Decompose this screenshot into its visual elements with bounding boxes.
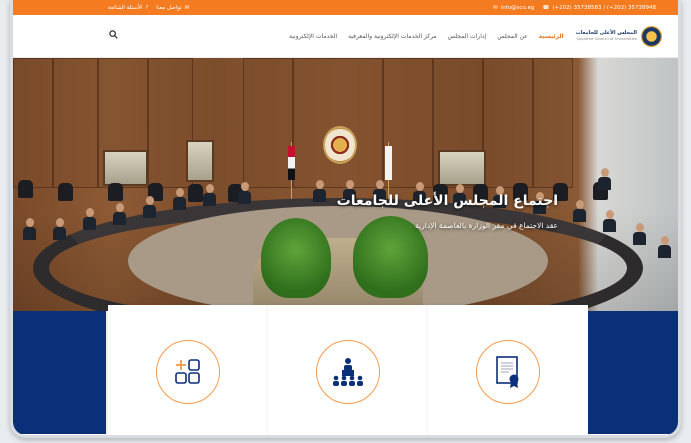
wall-door <box>186 140 214 182</box>
person <box>23 218 36 240</box>
nav-item-home[interactable]: الرئيسية <box>539 33 564 40</box>
wall-panel <box>293 58 383 188</box>
hero-subtitle: عقد الاجتماع في مقر الوزارة بالعاصمة الإ… <box>415 221 558 230</box>
site-logo[interactable]: المجلس الأعلى للجامعات Supreme Council o… <box>576 25 662 47</box>
services-cards <box>13 305 678 435</box>
meeting-speaker-icon <box>316 340 380 404</box>
certificate-icon <box>476 340 540 404</box>
mail-icon: ✉ <box>493 4 498 11</box>
person <box>83 208 96 230</box>
person <box>603 210 616 232</box>
chair <box>108 183 123 201</box>
apps-plus-icon <box>156 340 220 404</box>
person <box>203 184 216 206</box>
faq-link[interactable]: الأسئلة الشائعة ? <box>108 5 148 11</box>
logo-text: المجلس الأعلى للجامعات Supreme Council o… <box>576 30 637 42</box>
person <box>113 203 126 225</box>
egypt-flag-icon <box>288 146 295 180</box>
header-right: الرئيسية عن المجلس إدارات المجلس مركز ال… <box>289 25 662 47</box>
service-card-certificates[interactable] <box>428 305 588 435</box>
contact-link[interactable]: تواصل معنا ✉ <box>156 5 189 11</box>
email-text: info@scu.eg <box>500 4 535 11</box>
hero-caption: اجتماع المجلس الأعلى للجامعات عقد الاجتم… <box>337 193 558 230</box>
plant <box>261 218 331 298</box>
wall-panel <box>13 58 53 188</box>
chair <box>188 184 203 202</box>
chat-icon: ✉ <box>184 4 190 11</box>
person <box>173 188 186 210</box>
wall-panel <box>483 58 533 188</box>
nav-item-departments[interactable]: إدارات المجلس <box>448 33 487 40</box>
nav-item-about[interactable]: عن المجلس <box>497 33 528 40</box>
wall-panel <box>533 58 573 188</box>
person <box>633 223 646 245</box>
person <box>238 182 251 204</box>
egypt-emblem-icon <box>323 126 357 164</box>
contact-label: تواصل معنا <box>156 4 182 11</box>
faq-label: الأسئلة الشائعة <box>108 4 143 11</box>
nav-item-eservices[interactable]: الخدمات الإلكترونية <box>289 33 337 40</box>
site-header: الرئيسية عن المجلس إدارات المجلس مركز ال… <box>13 15 678 58</box>
person <box>313 180 326 202</box>
person <box>53 218 66 240</box>
search-icon[interactable] <box>109 30 118 42</box>
browser-frame: الأسئلة الشائعة ? تواصل معنا ✉ ✉ info@sc… <box>10 0 681 438</box>
white-flag-icon <box>385 146 392 180</box>
wall-panel <box>243 58 293 188</box>
top-bar-left: الأسئلة الشائعة ? تواصل معنا ✉ <box>108 5 189 11</box>
phone-link[interactable]: ☎ (+202) 35738583 / (+202) 35738948 <box>543 5 657 11</box>
service-card-meetings[interactable] <box>268 305 428 435</box>
service-card-apps[interactable] <box>108 305 268 435</box>
phone-icon: ☎ <box>542 4 550 11</box>
person <box>573 200 586 222</box>
nav-item-eservices-center[interactable]: مركز الخدمات الإلكترونية والمعرفية <box>348 33 437 40</box>
top-bar: الأسئلة الشائعة ? تواصل معنا ✉ ✉ info@sc… <box>13 0 678 15</box>
main-nav: الرئيسية عن المجلس إدارات المجلس مركز ال… <box>289 33 564 40</box>
person <box>658 236 671 258</box>
top-bar-right: ✉ info@scu.eg ☎ (+202) 35738583 / (+202)… <box>493 5 656 11</box>
logo-seal-icon <box>641 25 662 47</box>
email-link[interactable]: ✉ info@scu.eg <box>493 5 534 11</box>
logo-english: Supreme Council of Universities <box>576 36 637 41</box>
person <box>143 196 156 218</box>
hero-title: اجتماع المجلس الأعلى للجامعات <box>336 193 558 209</box>
wall-window <box>438 150 486 186</box>
chair <box>18 180 33 198</box>
wall-window <box>103 150 148 186</box>
phone-text: (+202) 35738583 / (+202) 35738948 <box>552 4 656 11</box>
wall-panel <box>53 58 98 188</box>
chair <box>58 183 73 201</box>
person <box>598 168 611 190</box>
hero-banner: اجتماع المجلس الأعلى للجامعات عقد الاجتم… <box>13 58 678 311</box>
question-icon: ? <box>145 4 149 11</box>
